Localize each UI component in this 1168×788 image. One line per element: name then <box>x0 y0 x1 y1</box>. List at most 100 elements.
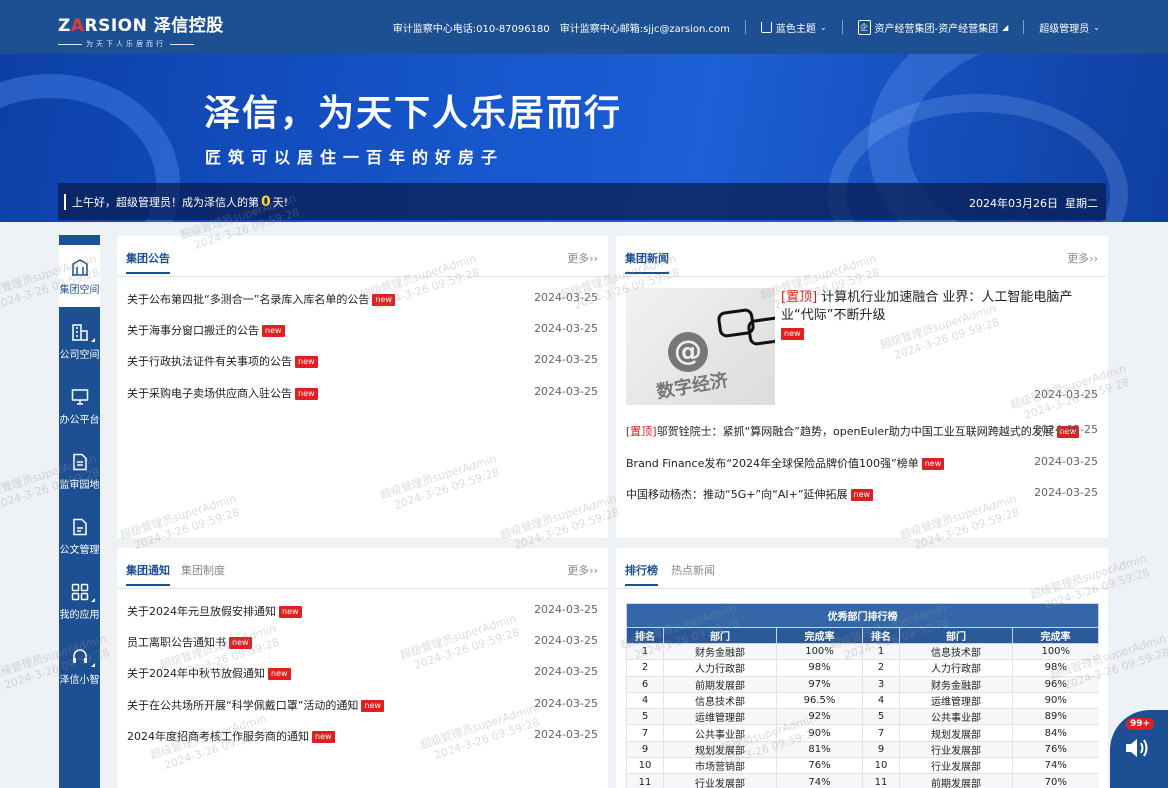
sidebar-item-assistant[interactable]: 泽信小智 <box>59 635 100 697</box>
table-cell: 76% <box>776 757 863 775</box>
table-cell: 人力行政部 <box>899 659 1013 677</box>
theme-selector[interactable]: 蓝色主题 ⌄ <box>760 20 827 35</box>
table-cell: 97% <box>776 676 863 693</box>
list-item[interactable]: 中国移动杨杰：推动“5G+”向“AI+”延伸拓展 new 2024-03-25 <box>626 483 1098 503</box>
list-item[interactable]: 关于2024年中秋节放假通知 new 2024-03-25 <box>127 662 598 682</box>
list-item[interactable]: 2024年度招商考核工作服务商的通知 new 2024-03-25 <box>127 725 598 745</box>
sidebar-item-company-space[interactable]: 公司空间 <box>59 310 100 372</box>
message-count-badge: 99+ <box>1126 718 1155 730</box>
days-count: 0 <box>261 194 271 210</box>
column-header: 完成率 <box>776 627 863 644</box>
table-row: 1 财务金融部 100% 1 信息技术部 100% <box>626 643 1099 661</box>
column-header: 排名 <box>626 627 664 644</box>
table-cell: 4 <box>862 692 900 710</box>
tab-ranking[interactable]: 排行榜 <box>625 562 658 586</box>
list-item[interactable]: Brand Finance发布“2024年全球保险品牌价值100强”榜单 new 2… <box>626 452 1098 472</box>
new-badge: new <box>850 489 874 501</box>
tab-group-policies[interactable]: 集团制度 <box>181 562 225 578</box>
table-row: 5 运维管理部 92% 5 公共事业部 89% <box>626 708 1099 726</box>
list-item[interactable]: 关于在公共场所开展“科学佩戴口罩”活动的通知 new 2024-03-25 <box>127 694 598 714</box>
more-link[interactable]: 更多›› <box>567 250 598 266</box>
logo[interactable]: ZARSION 泽信控股 为天下人乐居而行 <box>58 11 224 49</box>
table-row: 6 前期发展部 97% 3 财务金融部 96% <box>626 676 1099 693</box>
new-badge: new <box>295 388 318 400</box>
table-cell: 9 <box>862 741 900 759</box>
table-cell: 3 <box>862 676 900 693</box>
chevron-down-icon: ⌄ <box>1093 22 1100 32</box>
table-cell: 公共事业部 <box>663 724 777 742</box>
ranking-table: 优秀部门排行榜 排名 部门 完成率 排名 部门 完成率 1 财务金融部 100% 1 信… <box>626 603 1099 788</box>
greeting-text: 上午好，超级管理员！成为泽信人的第 <box>72 196 259 209</box>
table-cell: 92% <box>776 708 863 726</box>
news-panel: 集团新闻 更多›› @ 数字经济 [置顶] 计算机行业加速融合 业界：人工智能电… <box>616 236 1108 538</box>
table-cell: 7 <box>862 724 900 742</box>
building-icon <box>71 258 89 276</box>
list-item[interactable]: 关于公布第四批“多测合一”名录库入库名单的公告 new 2024-03-25 <box>127 288 598 308</box>
shirt-icon <box>760 21 772 33</box>
sidebar-item-documents[interactable]: 公文管理 <box>59 505 100 567</box>
org-selector[interactable]: 企 资产经营集团-资产经营集团 ◢ <box>857 19 1008 35</box>
table-cell: 5 <box>626 708 664 726</box>
table-cell: 信息技术部 <box>899 643 1013 661</box>
table-cell: 行业发展部 <box>899 757 1013 775</box>
audit-phone: 审计监察中心电话:010-87096180 <box>392 23 550 35</box>
table-cell: 规划发展部 <box>899 724 1013 742</box>
table-cell: 11 <box>626 773 664 788</box>
notices-panel: 集团通知 集团制度 更多›› 关于2024年元旦放假安排通知 new 2024-03… <box>117 548 608 788</box>
more-link[interactable]: 更多›› <box>567 562 598 578</box>
office-icon <box>71 323 89 341</box>
table-cell: 74% <box>1012 757 1099 775</box>
news-headline[interactable]: [置顶] 计算机行业加速融合 业界：人工智能电脑产业“代际”不断升级 new <box>781 289 1096 343</box>
table-cell: 98% <box>776 659 863 677</box>
side-nav: 集团空间 公司空间 办公平台 监审园地 公文管理 我的应用 泽信小智 <box>59 235 100 788</box>
tab-group-news[interactable]: 集团新闻 <box>625 250 669 274</box>
table-cell: 运维管理部 <box>663 708 777 726</box>
table-cell: 74% <box>776 773 863 788</box>
table-cell: 行业发展部 <box>899 741 1013 759</box>
file-icon <box>71 518 89 536</box>
tab-hot-news[interactable]: 热点新闻 <box>671 562 715 578</box>
sidebar-item-group-space[interactable]: 集团空间 <box>59 245 100 307</box>
new-badge: new <box>279 606 302 618</box>
list-item[interactable]: 关于2024年元旦放假安排通知 new 2024-03-25 <box>127 600 598 620</box>
table-cell: 96% <box>1012 676 1099 693</box>
table-cell: 10 <box>862 757 900 775</box>
new-badge: new <box>921 458 945 470</box>
list-item[interactable]: 关于采购电子卖场供应商入驻公告 new 2024-03-25 <box>127 382 598 402</box>
table-row: 4 信息技术部 96.5% 4 运维管理部 90% <box>626 692 1099 710</box>
message-button[interactable]: 99+ <box>1110 710 1168 788</box>
news-image[interactable]: @ 数字经济 <box>626 288 775 405</box>
list-item[interactable]: 关于行政执法证件有关事项的公告 new 2024-03-25 <box>127 350 598 370</box>
table-row: 9 规划发展部 81% 9 行业发展部 76% <box>626 741 1099 759</box>
audit-email: 审计监察中心邮箱:sjjc@zarsion.com <box>559 23 730 35</box>
tab-group-announcements[interactable]: 集团公告 <box>126 250 170 274</box>
table-cell: 9 <box>626 741 664 759</box>
table-cell: 6 <box>626 676 664 693</box>
sidebar-item-my-apps[interactable]: 我的应用 <box>59 570 100 632</box>
more-link[interactable]: 更多›› <box>1067 250 1098 266</box>
table-row: 2 人力行政部 98% 2 人力行政部 98% <box>626 659 1099 677</box>
table-cell: 2 <box>862 659 900 677</box>
table-cell: 90% <box>1012 692 1099 710</box>
table-cell: 11 <box>862 773 900 788</box>
tab-group-notices[interactable]: 集团通知 <box>126 562 170 586</box>
at-icon: @ <box>668 332 708 372</box>
table-row: 11 行业发展部 74% 11 前期发展部 70% <box>626 773 1099 788</box>
table-cell: 98% <box>1012 659 1099 677</box>
new-badge: new <box>262 325 285 337</box>
hero-banner: 泽信，为天下人乐居而行 匠筑可以居住一百年的好房子 上午好，超级管理员！成为泽信… <box>0 54 1168 222</box>
sidebar-item-office-platform[interactable]: 办公平台 <box>59 375 100 437</box>
table-row: 10 市场营销部 76% 10 行业发展部 74% <box>626 757 1099 775</box>
current-weekday: 星期二 <box>1065 197 1098 210</box>
table-cell: 1 <box>626 643 664 661</box>
list-item[interactable]: 关于海事分窗口搬迁的公告 new 2024-03-25 <box>127 319 598 339</box>
table-cell: 90% <box>776 724 863 742</box>
speaker-icon <box>1124 736 1152 760</box>
ranking-panel: 排行榜 热点新闻 优秀部门排行榜 排名 部门 完成率 排名 部门 完成率 1 财务… <box>616 548 1108 788</box>
table-cell: 前期发展部 <box>663 676 777 693</box>
list-item[interactable]: [置顶]邬贺铨院士：紧抓“算网融合”趋势，openEuler助力中国工业互联网跨… <box>626 420 1098 440</box>
sidebar-item-audit[interactable]: 监审园地 <box>59 440 100 502</box>
user-menu[interactable]: 超级管理员 ⌄ <box>1039 20 1100 35</box>
table-cell: 市场营销部 <box>663 757 777 775</box>
list-item[interactable]: 员工离职公告通知书 new 2024-03-25 <box>127 631 598 651</box>
